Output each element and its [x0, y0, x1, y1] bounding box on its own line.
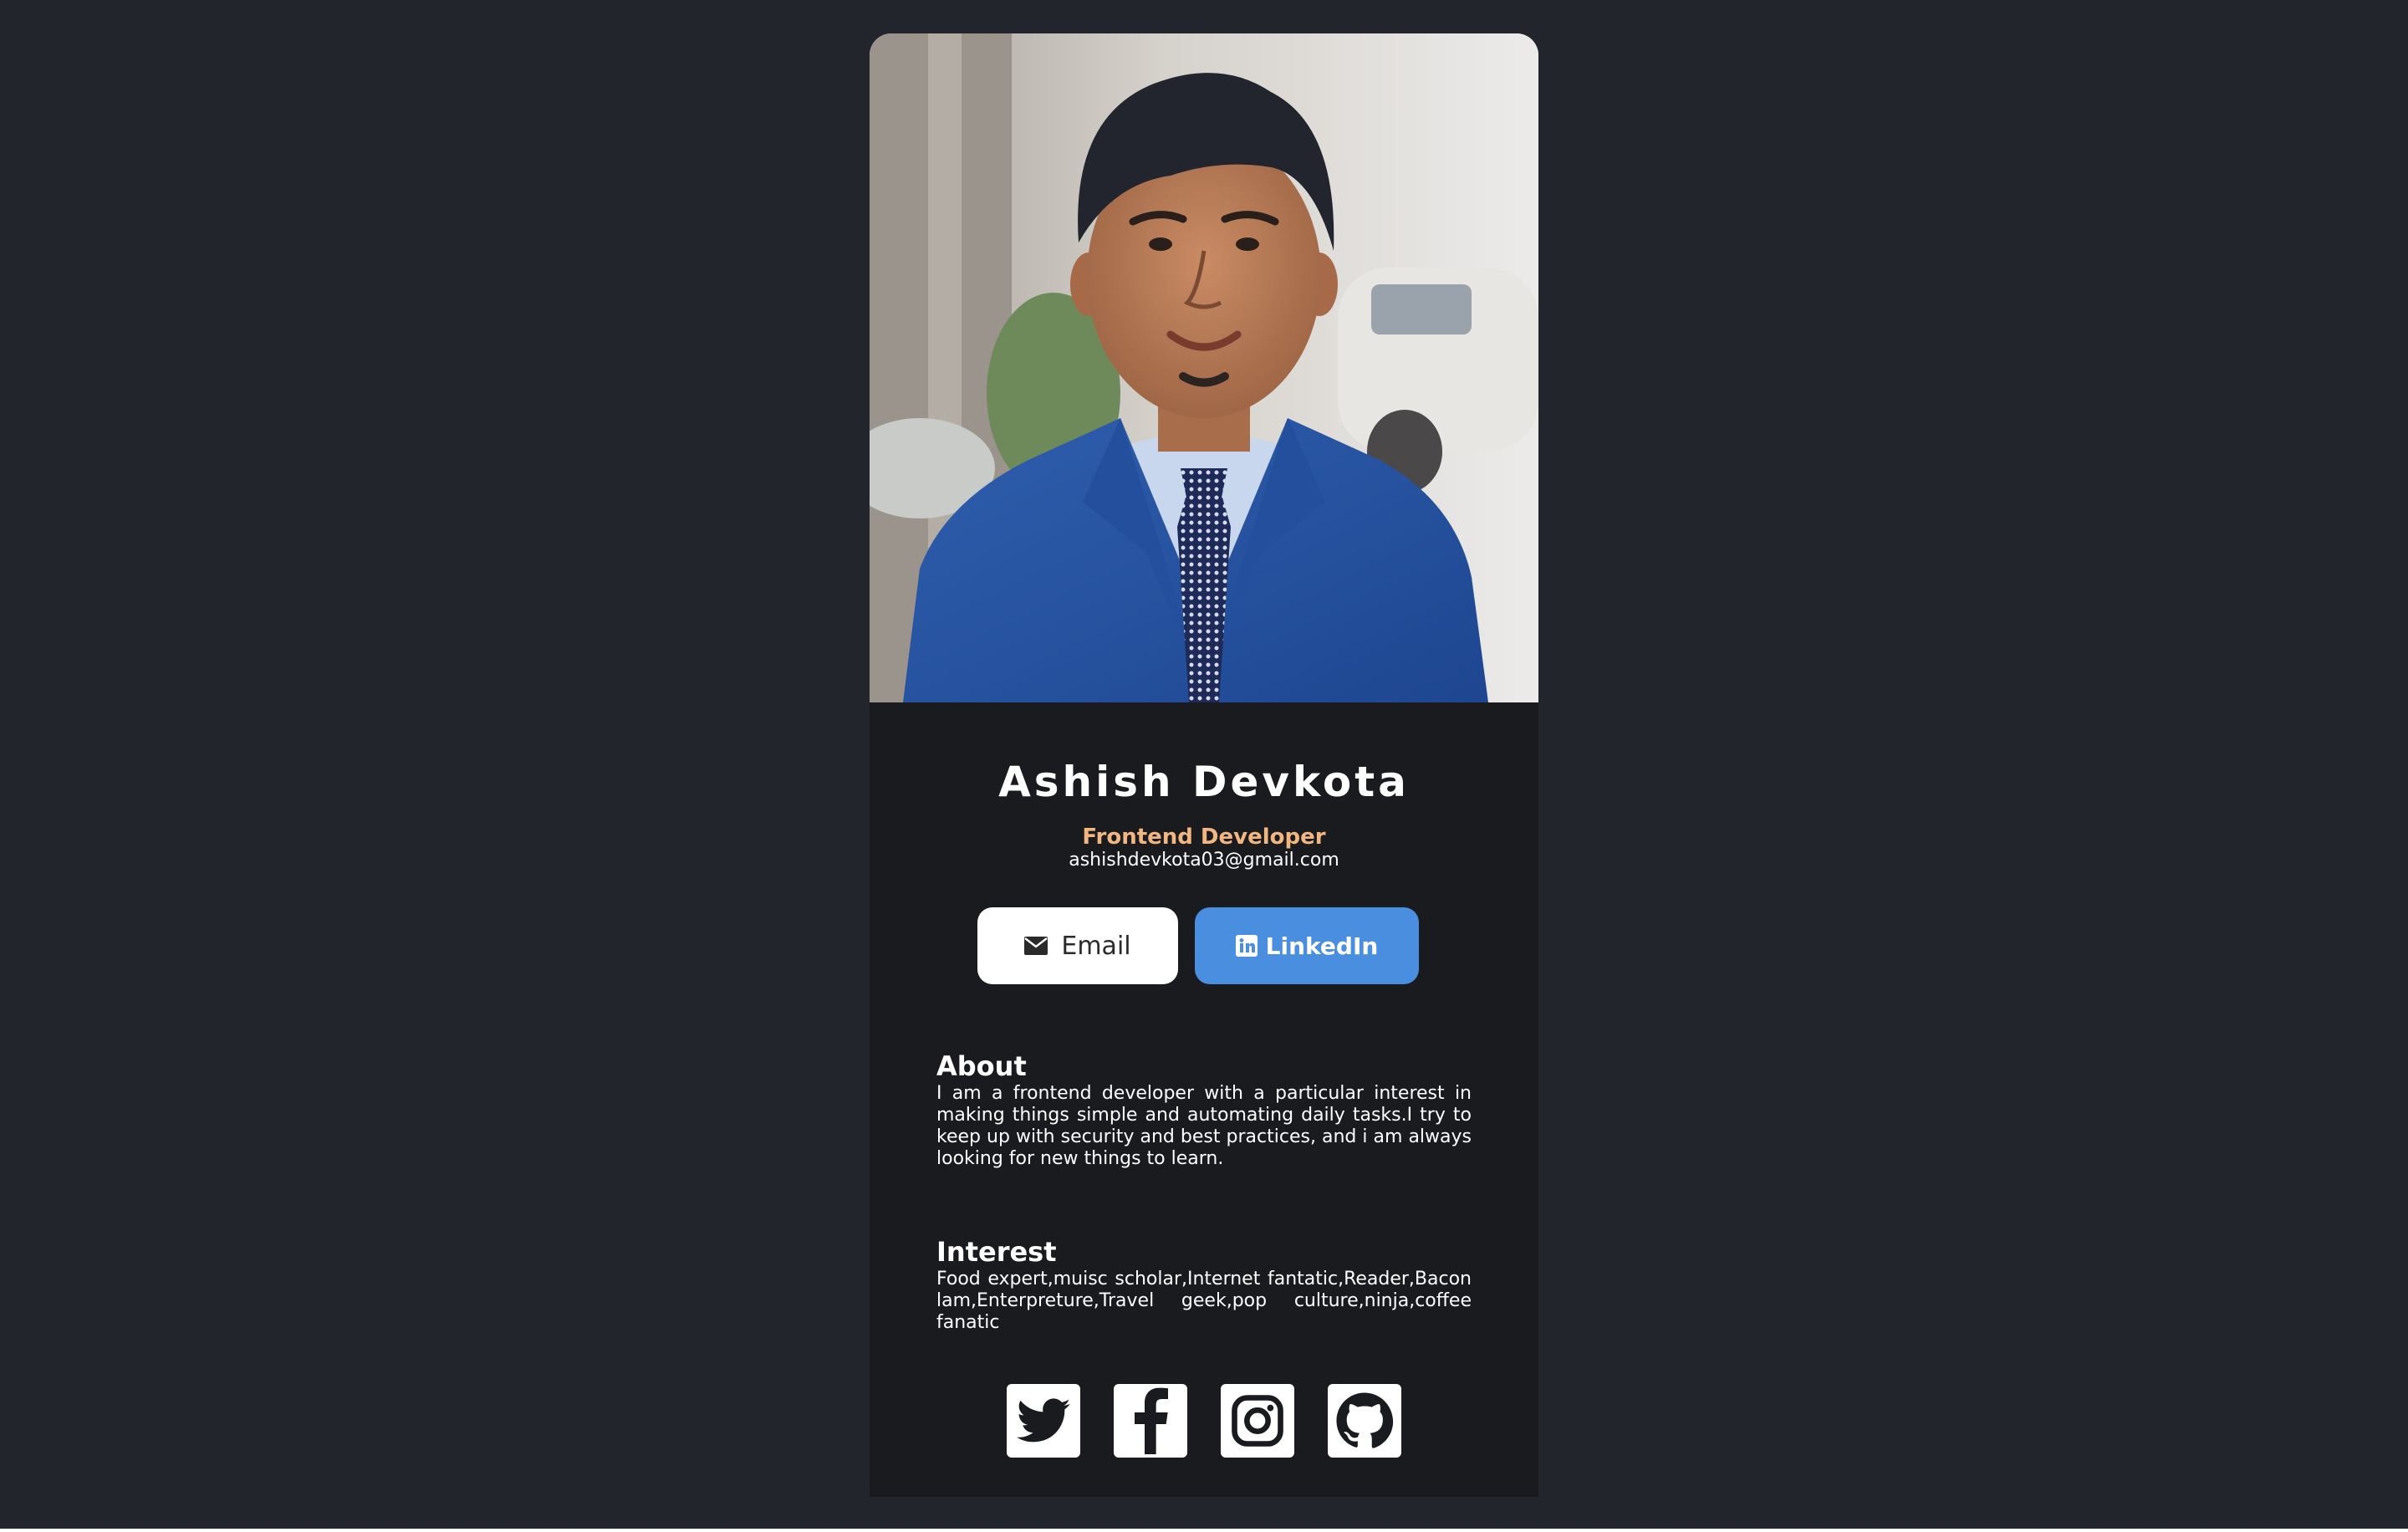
instagram-icon — [1232, 1395, 1283, 1447]
interest-heading: Interest — [936, 1236, 1057, 1268]
instagram-link[interactable] — [1221, 1384, 1294, 1458]
email-button-label: Email — [1061, 931, 1131, 961]
interest-text: Food expert,muisc scholar,Internet fanta… — [936, 1269, 1472, 1333]
linkedin-icon — [1235, 935, 1258, 957]
about-text: I am a frontend developer with a particu… — [936, 1083, 1472, 1169]
envelope-icon — [1024, 937, 1048, 955]
twitter-icon — [1017, 1398, 1070, 1443]
github-icon — [1336, 1392, 1394, 1448]
facebook-link[interactable] — [1114, 1384, 1187, 1458]
profile-photo — [870, 33, 1538, 702]
facebook-icon — [1135, 1387, 1168, 1454]
linkedin-button[interactable]: LinkedIn — [1195, 907, 1419, 984]
bottom-edge — [0, 1529, 2408, 1532]
github-link[interactable] — [1328, 1384, 1401, 1458]
about-heading: About — [936, 1050, 1027, 1082]
email-button[interactable]: Email — [977, 907, 1178, 984]
profile-email: ashishdevkota03@gmail.com — [1069, 850, 1339, 871]
profile-card: Ashish Devkota Frontend Developer ashish… — [870, 33, 1538, 1497]
twitter-link[interactable] — [1007, 1384, 1080, 1458]
linkedin-button-label: LinkedIn — [1265, 932, 1379, 960]
profile-name: Ashish Devkota — [998, 758, 1410, 806]
profile-role: Frontend Developer — [1082, 825, 1326, 850]
social-links — [870, 1384, 1538, 1458]
